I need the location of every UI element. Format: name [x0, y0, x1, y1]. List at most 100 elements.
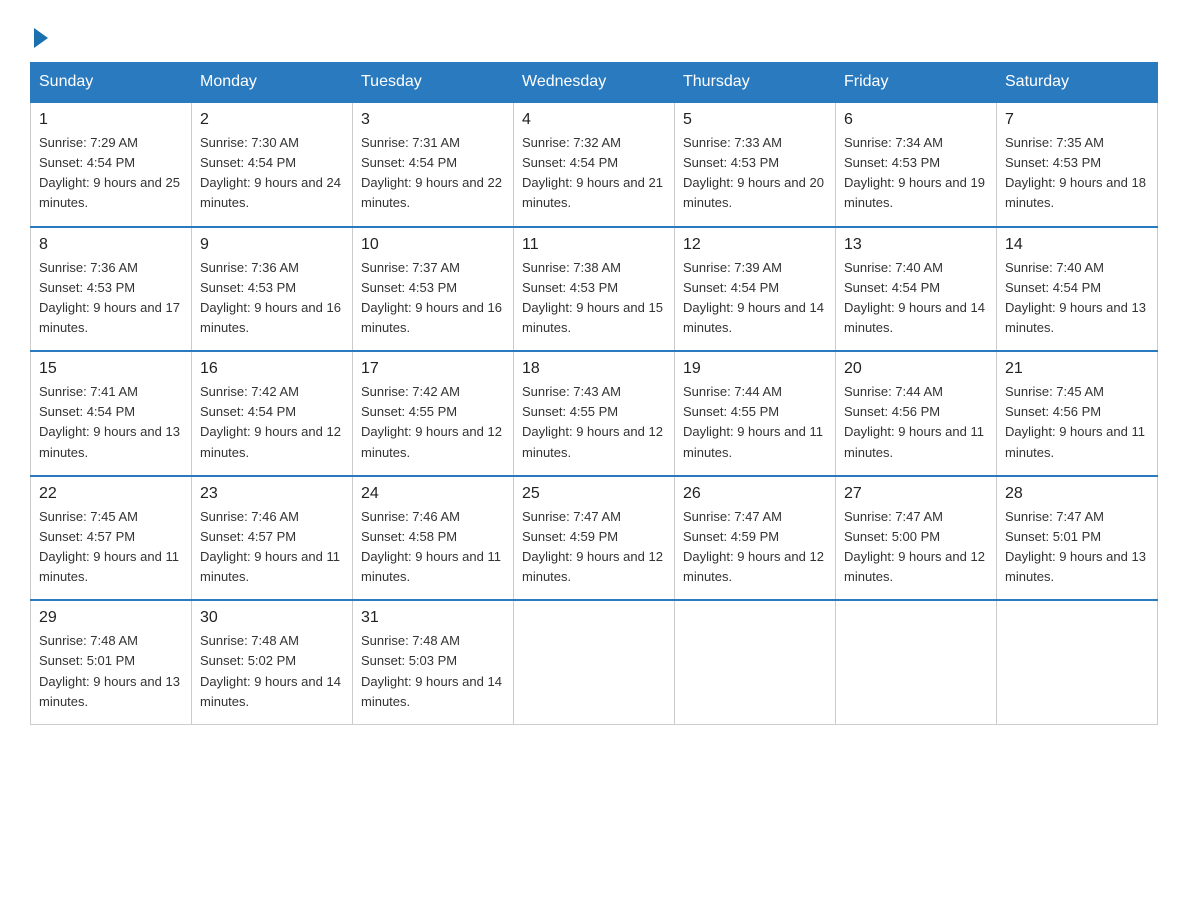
day-info: Sunrise: 7:48 AMSunset: 5:01 PMDaylight:… [39, 631, 183, 712]
calendar-day-cell: 19 Sunrise: 7:44 AMSunset: 4:55 PMDaylig… [675, 351, 836, 476]
day-info: Sunrise: 7:48 AMSunset: 5:03 PMDaylight:… [361, 631, 505, 712]
day-number: 1 [39, 111, 183, 129]
calendar-day-cell: 2 Sunrise: 7:30 AMSunset: 4:54 PMDayligh… [192, 102, 353, 227]
logo-arrow-icon [34, 28, 48, 48]
day-number: 17 [361, 360, 505, 378]
day-info: Sunrise: 7:47 AMSunset: 5:00 PMDaylight:… [844, 507, 988, 588]
day-number: 31 [361, 609, 505, 627]
calendar-day-cell: 30 Sunrise: 7:48 AMSunset: 5:02 PMDaylig… [192, 600, 353, 724]
calendar-day-cell: 22 Sunrise: 7:45 AMSunset: 4:57 PMDaylig… [31, 476, 192, 601]
calendar-day-cell: 16 Sunrise: 7:42 AMSunset: 4:54 PMDaylig… [192, 351, 353, 476]
calendar-day-cell: 20 Sunrise: 7:44 AMSunset: 4:56 PMDaylig… [836, 351, 997, 476]
day-number: 28 [1005, 485, 1149, 503]
day-info: Sunrise: 7:42 AMSunset: 4:54 PMDaylight:… [200, 382, 344, 463]
day-number: 25 [522, 485, 666, 503]
day-number: 29 [39, 609, 183, 627]
day-info: Sunrise: 7:41 AMSunset: 4:54 PMDaylight:… [39, 382, 183, 463]
calendar-day-cell: 14 Sunrise: 7:40 AMSunset: 4:54 PMDaylig… [997, 227, 1158, 352]
calendar-table: SundayMondayTuesdayWednesdayThursdayFrid… [30, 62, 1158, 725]
calendar-weekday-saturday: Saturday [997, 63, 1158, 103]
calendar-week-row: 22 Sunrise: 7:45 AMSunset: 4:57 PMDaylig… [31, 476, 1158, 601]
day-number: 15 [39, 360, 183, 378]
day-info: Sunrise: 7:36 AMSunset: 4:53 PMDaylight:… [200, 258, 344, 339]
calendar-day-cell: 8 Sunrise: 7:36 AMSunset: 4:53 PMDayligh… [31, 227, 192, 352]
calendar-day-cell: 5 Sunrise: 7:33 AMSunset: 4:53 PMDayligh… [675, 102, 836, 227]
calendar-week-row: 1 Sunrise: 7:29 AMSunset: 4:54 PMDayligh… [31, 102, 1158, 227]
calendar-weekday-friday: Friday [836, 63, 997, 103]
day-info: Sunrise: 7:46 AMSunset: 4:58 PMDaylight:… [361, 507, 505, 588]
day-info: Sunrise: 7:37 AMSunset: 4:53 PMDaylight:… [361, 258, 505, 339]
calendar-day-cell: 25 Sunrise: 7:47 AMSunset: 4:59 PMDaylig… [514, 476, 675, 601]
day-number: 4 [522, 111, 666, 129]
calendar-day-cell: 1 Sunrise: 7:29 AMSunset: 4:54 PMDayligh… [31, 102, 192, 227]
calendar-day-cell [836, 600, 997, 724]
day-info: Sunrise: 7:33 AMSunset: 4:53 PMDaylight:… [683, 133, 827, 214]
day-number: 23 [200, 485, 344, 503]
calendar-day-cell: 26 Sunrise: 7:47 AMSunset: 4:59 PMDaylig… [675, 476, 836, 601]
day-info: Sunrise: 7:46 AMSunset: 4:57 PMDaylight:… [200, 507, 344, 588]
calendar-week-row: 8 Sunrise: 7:36 AMSunset: 4:53 PMDayligh… [31, 227, 1158, 352]
day-info: Sunrise: 7:45 AMSunset: 4:57 PMDaylight:… [39, 507, 183, 588]
day-info: Sunrise: 7:34 AMSunset: 4:53 PMDaylight:… [844, 133, 988, 214]
day-number: 6 [844, 111, 988, 129]
day-info: Sunrise: 7:40 AMSunset: 4:54 PMDaylight:… [1005, 258, 1149, 339]
day-info: Sunrise: 7:44 AMSunset: 4:55 PMDaylight:… [683, 382, 827, 463]
logo [30, 26, 48, 44]
day-info: Sunrise: 7:47 AMSunset: 5:01 PMDaylight:… [1005, 507, 1149, 588]
calendar-day-cell: 13 Sunrise: 7:40 AMSunset: 4:54 PMDaylig… [836, 227, 997, 352]
calendar-day-cell: 9 Sunrise: 7:36 AMSunset: 4:53 PMDayligh… [192, 227, 353, 352]
calendar-day-cell: 24 Sunrise: 7:46 AMSunset: 4:58 PMDaylig… [353, 476, 514, 601]
calendar-day-cell: 10 Sunrise: 7:37 AMSunset: 4:53 PMDaylig… [353, 227, 514, 352]
page-header [30, 20, 1158, 44]
calendar-day-cell: 23 Sunrise: 7:46 AMSunset: 4:57 PMDaylig… [192, 476, 353, 601]
calendar-day-cell: 3 Sunrise: 7:31 AMSunset: 4:54 PMDayligh… [353, 102, 514, 227]
day-number: 21 [1005, 360, 1149, 378]
day-number: 14 [1005, 236, 1149, 254]
calendar-weekday-tuesday: Tuesday [353, 63, 514, 103]
day-info: Sunrise: 7:40 AMSunset: 4:54 PMDaylight:… [844, 258, 988, 339]
day-info: Sunrise: 7:38 AMSunset: 4:53 PMDaylight:… [522, 258, 666, 339]
calendar-day-cell: 31 Sunrise: 7:48 AMSunset: 5:03 PMDaylig… [353, 600, 514, 724]
day-number: 22 [39, 485, 183, 503]
calendar-day-cell: 17 Sunrise: 7:42 AMSunset: 4:55 PMDaylig… [353, 351, 514, 476]
calendar-weekday-monday: Monday [192, 63, 353, 103]
day-info: Sunrise: 7:45 AMSunset: 4:56 PMDaylight:… [1005, 382, 1149, 463]
calendar-day-cell: 29 Sunrise: 7:48 AMSunset: 5:01 PMDaylig… [31, 600, 192, 724]
day-number: 12 [683, 236, 827, 254]
day-info: Sunrise: 7:35 AMSunset: 4:53 PMDaylight:… [1005, 133, 1149, 214]
day-number: 7 [1005, 111, 1149, 129]
calendar-day-cell: 4 Sunrise: 7:32 AMSunset: 4:54 PMDayligh… [514, 102, 675, 227]
day-number: 5 [683, 111, 827, 129]
day-number: 13 [844, 236, 988, 254]
day-info: Sunrise: 7:43 AMSunset: 4:55 PMDaylight:… [522, 382, 666, 463]
day-number: 9 [200, 236, 344, 254]
day-info: Sunrise: 7:32 AMSunset: 4:54 PMDaylight:… [522, 133, 666, 214]
day-number: 24 [361, 485, 505, 503]
day-number: 8 [39, 236, 183, 254]
day-info: Sunrise: 7:30 AMSunset: 4:54 PMDaylight:… [200, 133, 344, 214]
day-info: Sunrise: 7:36 AMSunset: 4:53 PMDaylight:… [39, 258, 183, 339]
calendar-day-cell [514, 600, 675, 724]
day-info: Sunrise: 7:48 AMSunset: 5:02 PMDaylight:… [200, 631, 344, 712]
day-number: 3 [361, 111, 505, 129]
day-info: Sunrise: 7:47 AMSunset: 4:59 PMDaylight:… [683, 507, 827, 588]
calendar-day-cell: 21 Sunrise: 7:45 AMSunset: 4:56 PMDaylig… [997, 351, 1158, 476]
day-number: 11 [522, 236, 666, 254]
calendar-day-cell: 15 Sunrise: 7:41 AMSunset: 4:54 PMDaylig… [31, 351, 192, 476]
day-number: 20 [844, 360, 988, 378]
calendar-week-row: 15 Sunrise: 7:41 AMSunset: 4:54 PMDaylig… [31, 351, 1158, 476]
day-number: 18 [522, 360, 666, 378]
day-number: 26 [683, 485, 827, 503]
day-info: Sunrise: 7:39 AMSunset: 4:54 PMDaylight:… [683, 258, 827, 339]
calendar-day-cell: 6 Sunrise: 7:34 AMSunset: 4:53 PMDayligh… [836, 102, 997, 227]
calendar-weekday-wednesday: Wednesday [514, 63, 675, 103]
day-info: Sunrise: 7:47 AMSunset: 4:59 PMDaylight:… [522, 507, 666, 588]
day-info: Sunrise: 7:44 AMSunset: 4:56 PMDaylight:… [844, 382, 988, 463]
day-number: 10 [361, 236, 505, 254]
calendar-day-cell [675, 600, 836, 724]
day-number: 16 [200, 360, 344, 378]
calendar-weekday-sunday: Sunday [31, 63, 192, 103]
day-number: 30 [200, 609, 344, 627]
calendar-day-cell: 7 Sunrise: 7:35 AMSunset: 4:53 PMDayligh… [997, 102, 1158, 227]
calendar-day-cell: 18 Sunrise: 7:43 AMSunset: 4:55 PMDaylig… [514, 351, 675, 476]
